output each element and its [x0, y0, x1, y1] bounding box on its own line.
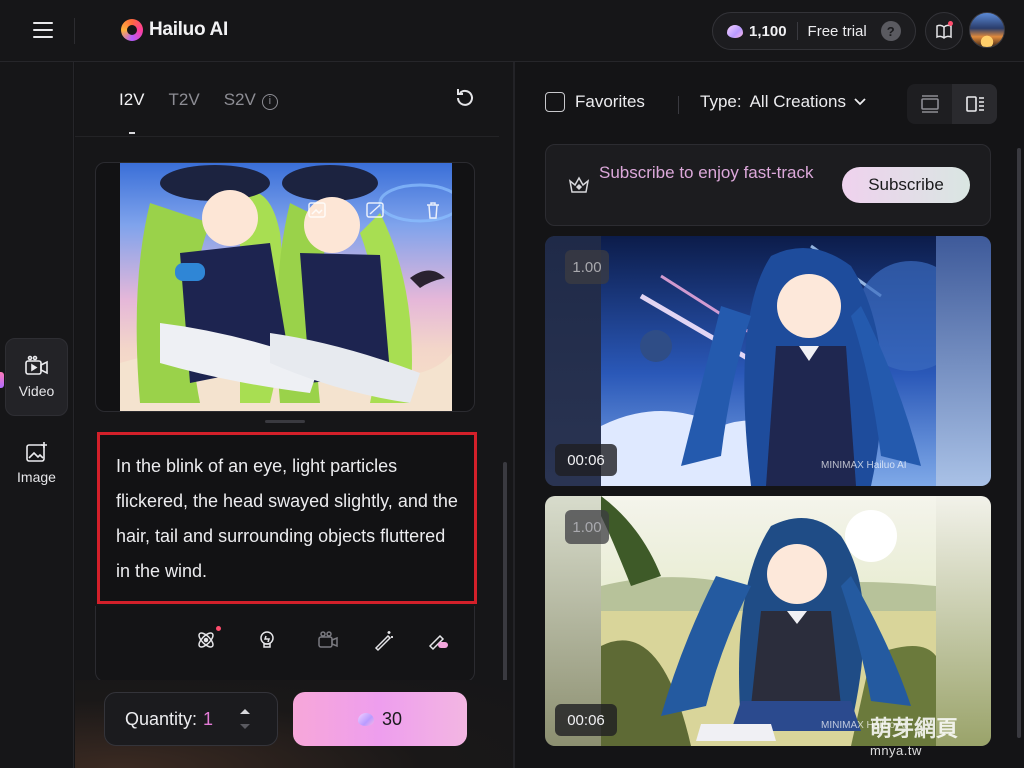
creations-feed: Favorites Type: All Creations Subscribe … — [515, 62, 1024, 768]
detail-view-button[interactable] — [952, 84, 997, 124]
video-thumbnail — [601, 236, 936, 486]
chevron-down-icon — [854, 98, 866, 106]
notification-dot — [216, 626, 221, 631]
divider — [796, 22, 798, 40]
type-value: All Creations — [749, 92, 846, 111]
list-view-button[interactable] — [907, 84, 952, 124]
replace-image-icon[interactable] — [306, 199, 328, 221]
brand-name: Hailuo AI — [149, 19, 228, 40]
panel-scrollbar[interactable] — [503, 462, 507, 702]
info-icon[interactable]: i — [261, 94, 278, 110]
aspect-ratio-badge: 1.00 — [565, 250, 609, 284]
type-label: Type: — [700, 92, 742, 111]
notification-dot — [948, 21, 953, 26]
rail-item-video[interactable]: Video — [5, 338, 68, 416]
credits-pill[interactable]: 1,100 Free trial ? — [712, 12, 916, 50]
subscribe-text: Subscribe to enjoy fast-track — [599, 163, 814, 182]
generate-cost: 30 — [381, 708, 403, 729]
credit-gem-icon — [727, 24, 743, 38]
resize-handle[interactable] — [265, 420, 305, 423]
subscribe-banner: Subscribe to enjoy fast-track Subscribe — [545, 144, 991, 226]
divider — [75, 136, 499, 137]
generation-panel: I2V T2V S2V i In the blink of an eye, li… — [75, 62, 513, 768]
style-preset-icon[interactable] — [426, 628, 450, 652]
prompt-tools — [95, 606, 475, 682]
generate-button[interactable]: 30 — [293, 692, 467, 746]
top-bar: Hailuo AI 1,100 Free trial ? — [0, 0, 1024, 62]
chevron-up-icon[interactable] — [239, 707, 251, 715]
quantity-selector[interactable]: Quantity: 1 — [104, 692, 278, 746]
credit-gem-icon — [357, 712, 374, 726]
uploaded-image-card[interactable] — [95, 162, 475, 412]
favorites-checkbox[interactable] — [545, 92, 565, 112]
lightbulb-icon[interactable] — [255, 628, 279, 652]
camera-movement-icon[interactable] — [316, 628, 340, 652]
chevron-down-icon[interactable] — [239, 723, 251, 731]
image-actions — [306, 199, 444, 221]
divider — [74, 18, 75, 44]
view-toggle — [907, 84, 997, 124]
video-thumbnail — [601, 496, 936, 746]
image-icon — [25, 442, 47, 462]
quantity-stepper[interactable] — [239, 707, 251, 731]
tab-s2v[interactable]: S2V — [224, 90, 256, 109]
site-watermark-url: mnya.tw — [870, 743, 922, 758]
quantity-label: Quantity: — [125, 708, 198, 729]
duration-badge: 00:06 — [555, 444, 617, 476]
left-rail: Video Image — [0, 62, 74, 768]
video-card[interactable]: 1.00 00:06 MINIMAX Hailuo AI — [545, 496, 991, 746]
tab-i2v[interactable]: I2V — [119, 90, 145, 134]
site-watermark-name: 萌芽網頁 — [870, 716, 959, 741]
help-icon[interactable]: ? — [880, 21, 901, 41]
hamburger-menu-icon[interactable] — [33, 22, 53, 40]
duration-badge: 00:06 — [555, 704, 617, 736]
rail-item-label: Image — [17, 469, 56, 485]
feed-scrollbar[interactable] — [1017, 148, 1021, 738]
detail-view-icon — [965, 96, 984, 112]
video-letterbox — [936, 496, 991, 746]
list-view-icon — [920, 95, 939, 113]
video-letterbox — [936, 236, 991, 486]
site-watermark: 萌芽網頁 mnya.tw — [870, 718, 958, 762]
rail-item-label: Video — [18, 383, 55, 399]
video-card[interactable]: 1.00 00:06 MINIMAX Hailuo AI — [545, 236, 991, 486]
aspect-ratio-badge: 1.00 — [565, 510, 609, 544]
tab-t2v[interactable]: T2V — [169, 90, 200, 110]
crop-image-icon[interactable] — [364, 199, 386, 221]
free-trial-label[interactable]: Free trial — [808, 23, 867, 40]
starry-sky-anime-graphic — [601, 236, 936, 486]
rail-item-image[interactable]: Image — [5, 424, 68, 502]
generate-bar: Quantity: 1 30 — [75, 680, 513, 768]
favorites-label: Favorites — [575, 92, 645, 111]
subject-reference-icon[interactable] — [194, 628, 218, 652]
favorites-filter[interactable]: Favorites — [545, 92, 645, 112]
magic-wand-icon[interactable] — [372, 628, 396, 652]
delete-icon[interactable] — [422, 199, 444, 221]
quantity-value: 1 — [203, 708, 214, 729]
guide-book-button[interactable] — [925, 12, 963, 50]
prompt-textarea[interactable]: In the blink of an eye, light particles … — [97, 432, 477, 604]
divider — [678, 96, 679, 114]
credits-balance: 1,100 — [749, 22, 787, 40]
active-indicator — [0, 372, 4, 388]
crown-icon — [568, 176, 590, 193]
subscribe-button[interactable]: Subscribe — [842, 167, 970, 203]
refresh-icon[interactable] — [453, 86, 477, 110]
type-dropdown[interactable]: Type: All Creations — [700, 92, 866, 112]
video-watermark: MINIMAX Hailuo AI — [821, 460, 907, 471]
user-avatar[interactable] — [969, 12, 1005, 48]
tab-s2v-wrapper[interactable]: S2V i — [224, 90, 278, 110]
video-icon — [24, 355, 48, 375]
mode-tabs: I2V T2V S2V i — [119, 90, 278, 134]
brand-logo[interactable]: Hailuo AI — [121, 19, 228, 41]
meadow-anime-graphic — [601, 496, 936, 746]
hailuo-logo-icon — [121, 19, 143, 41]
